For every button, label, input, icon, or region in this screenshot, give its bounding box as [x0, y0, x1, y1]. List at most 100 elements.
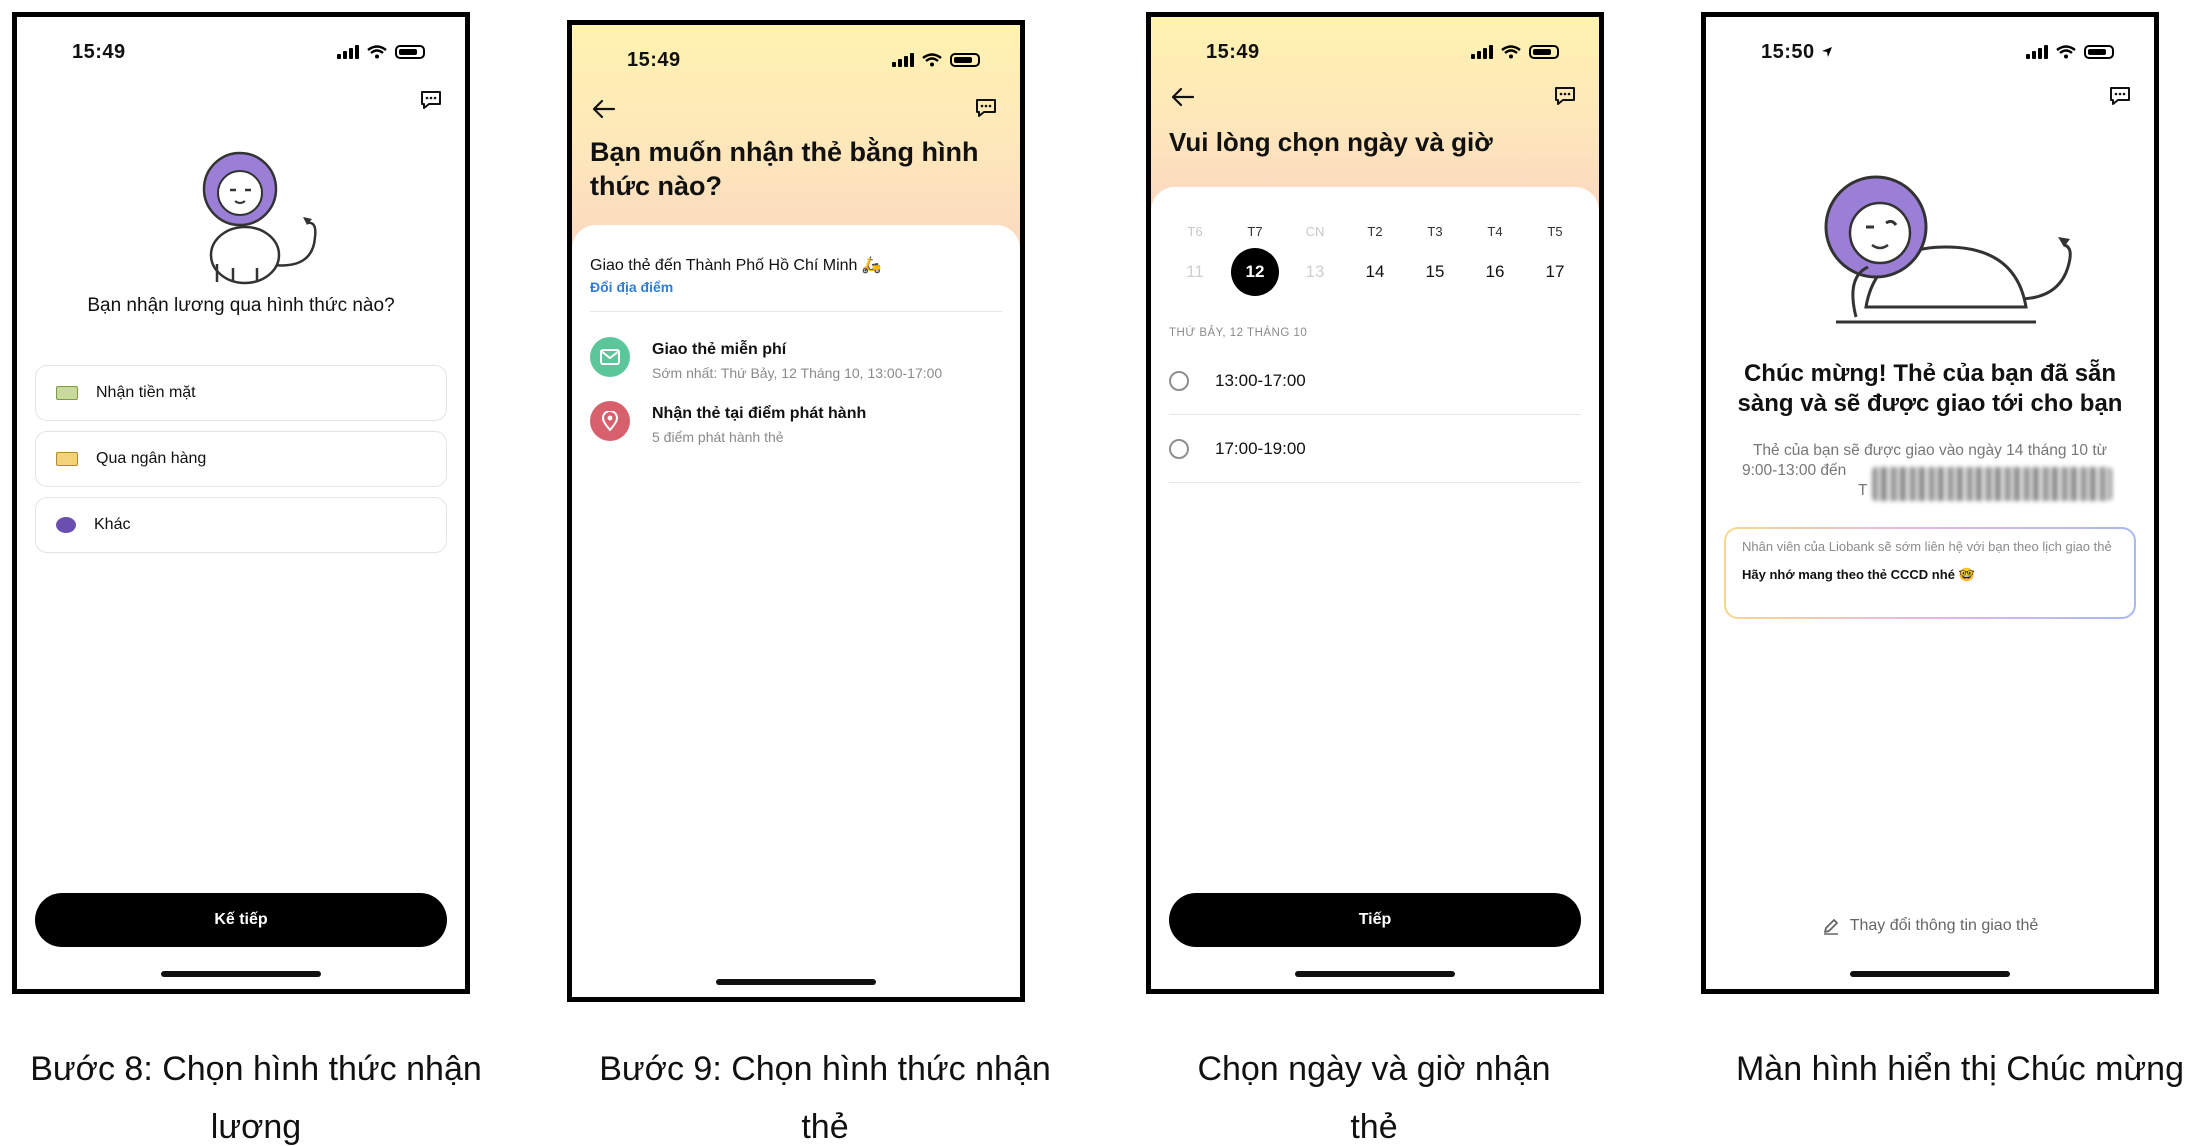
status-bar: 15:49: [627, 45, 980, 75]
lion-mascot-lying-icon: [1824, 175, 2072, 324]
reminder-note: Nhân viên của Liobank sẽ sớm liên hệ với…: [1724, 527, 2136, 619]
home-indicator: [716, 979, 876, 985]
status-time: 15:49: [627, 48, 681, 71]
caption-congratulations: Màn hình hiển thị Chúc mừng: [1680, 1040, 2202, 1098]
cash-icon: [56, 386, 78, 400]
date-cell[interactable]: 16: [1465, 247, 1525, 297]
method-free-delivery[interactable]: Giao thẻ miễn phí Sớm nhất: Thứ Bảy, 12 …: [590, 337, 1002, 387]
change-delivery-info-button[interactable]: Thay đổi thông tin giao thẻ: [1706, 917, 2154, 935]
change-location-link[interactable]: Đổi địa điểm: [590, 279, 673, 295]
location-pin-icon: [590, 401, 630, 441]
back-arrow-icon[interactable]: [1171, 87, 1195, 107]
date-cell[interactable]: 15: [1405, 247, 1465, 297]
wifi-icon: [1501, 45, 1521, 59]
location-arrow-icon: [1821, 46, 1832, 57]
time-slot-option[interactable]: 17:00-19:00: [1169, 415, 1581, 483]
time-slot-label: 17:00-19:00: [1215, 438, 1306, 458]
option-label: Khác: [94, 516, 131, 533]
phone-screen-pick-date-time: 15:49 Vui lòng chọn ngày và giờ T6 T7 CN…: [1146, 12, 1604, 994]
day-name: T6: [1187, 224, 1203, 239]
status-time: 15:50: [1761, 41, 1833, 64]
chat-support-icon[interactable]: [1553, 85, 1577, 107]
calendar-strip: T6 T7 CN T2 T3 T4 T5 11 12 13 14 15 16 1…: [1165, 217, 1585, 297]
caption-line: Bước 8: Chọn hình thức nhận: [30, 1050, 482, 1088]
selected-date-label: THỨ BẢY, 12 THÁNG 10: [1169, 327, 1308, 339]
radio-button[interactable]: [1169, 370, 1189, 391]
description-line: Thẻ của bạn sẽ được giao vào ngày 14 thá…: [1752, 442, 2108, 459]
note-contact-text: Nhân viên của Liobank sẽ sớm liên hệ với…: [1742, 539, 2112, 554]
congrats-title: Chúc mừng! Thẻ của bạn đã sẵn sàng và sẽ…: [1737, 360, 2123, 417]
battery-icon: [1529, 45, 1559, 59]
mail-icon: [590, 337, 630, 377]
time-slot-label: 13:00-17:00: [1215, 370, 1306, 390]
method-pickup[interactable]: Nhận thẻ tại điểm phát hành 5 điểm phát …: [590, 401, 1002, 451]
status-time: 15:49: [72, 40, 126, 63]
redacted-address: [1872, 467, 2112, 501]
page-title: Vui lòng chọn ngày và giờ: [1169, 127, 1493, 157]
home-indicator: [161, 971, 321, 977]
other-icon: [56, 517, 76, 533]
next-button[interactable]: Tiếp: [1169, 893, 1581, 947]
status-time: 15:49: [1206, 40, 1260, 63]
day-name: CN: [1305, 224, 1325, 239]
status-bar: 15:49: [1206, 37, 1559, 67]
battery-icon: [395, 45, 425, 59]
back-arrow-icon[interactable]: [592, 99, 616, 119]
next-button[interactable]: Kế tiếp: [35, 893, 447, 947]
day-name: T7: [1247, 224, 1263, 239]
change-delivery-label: Thay đổi thông tin giao thẻ: [1849, 917, 2039, 934]
radio-button[interactable]: [1169, 438, 1189, 459]
caption-line: lương: [210, 1108, 302, 1146]
option-bank[interactable]: Qua ngân hàng: [35, 431, 447, 487]
option-other[interactable]: Khác: [35, 497, 447, 553]
method-subtitle: Sớm nhất: Thứ Bảy, 12 Tháng 10, 13:00-17…: [652, 365, 943, 381]
bank-card-icon: [56, 452, 78, 466]
date-cell-disabled: 11: [1186, 262, 1204, 281]
caption-line: Chọn ngày và giờ nhận: [1197, 1050, 1551, 1088]
caption-pick-date: Chọn ngày và giờ nhận thẻ: [1094, 1040, 1654, 1146]
method-title: Giao thẻ miễn phí: [652, 341, 787, 358]
page-title: Bạn muốn nhận thẻ bằng hình thức nào?: [590, 137, 979, 201]
battery-icon: [2084, 45, 2114, 59]
date-cell-disabled: 13: [1305, 262, 1325, 281]
status-bar: 15:49: [72, 37, 425, 67]
chat-support-icon[interactable]: [419, 89, 443, 111]
chat-support-icon[interactable]: [974, 97, 998, 119]
delivery-location: Giao thẻ đến Thành Phố Hồ Chí Minh 🛵: [590, 257, 882, 274]
status-bar: 15:50: [1761, 37, 2114, 67]
caption-line: Bước 9: Chọn hình thức nhận: [599, 1050, 1051, 1088]
battery-icon: [950, 53, 980, 67]
phone-screen-congratulations: 15:50 Chúc mừng! Thẻ của bạn đã sẵn sàng…: [1701, 12, 2159, 994]
option-cash[interactable]: Nhận tiền mặt: [35, 365, 447, 421]
phone-screen-salary-method: 15:49 Bạn nhận lương qua hình thức nào? …: [12, 12, 470, 994]
day-name: T2: [1367, 224, 1383, 239]
phone-screen-card-delivery-method: 15:49 Bạn muốn nhận thẻ bằng hình thức n…: [567, 20, 1025, 1002]
wifi-icon: [367, 45, 387, 59]
option-label: Nhận tiền mặt: [96, 384, 196, 401]
caption-line: thẻ: [801, 1108, 849, 1146]
date-cell[interactable]: 14: [1345, 247, 1405, 297]
method-title: Nhận thẻ tại điểm phát hành: [652, 405, 867, 422]
status-time-text: 15:50: [1761, 40, 1815, 63]
selected-date: 12: [1231, 248, 1279, 296]
delivery-card: Giao thẻ đến Thành Phố Hồ Chí Minh 🛵 Đổi…: [572, 225, 1020, 997]
signal-icon: [1471, 45, 1493, 59]
day-name: T3: [1427, 224, 1443, 239]
option-label: Qua ngân hàng: [96, 450, 207, 467]
caption-line: thẻ: [1350, 1108, 1398, 1146]
home-indicator: [1850, 971, 2010, 977]
time-slot-option[interactable]: 13:00-17:00: [1169, 347, 1581, 415]
wifi-icon: [922, 53, 942, 67]
date-cell-selected[interactable]: 12: [1225, 247, 1285, 297]
date-cell[interactable]: 17: [1525, 247, 1585, 297]
lion-mascot-icon: [202, 151, 317, 285]
date-time-card: T6 T7 CN T2 T3 T4 T5 11 12 13 14 15 16 1…: [1151, 187, 1599, 989]
method-subtitle: 5 điểm phát hành thẻ: [652, 429, 784, 445]
divider: [590, 311, 1002, 312]
note-reminder-text: Hãy nhớ mang theo thẻ CCCD nhé 🤓: [1742, 567, 1975, 582]
chat-support-icon[interactable]: [2108, 85, 2132, 107]
signal-icon: [892, 53, 914, 67]
wifi-icon: [2056, 45, 2076, 59]
day-name: T4: [1487, 224, 1503, 239]
day-name: T5: [1547, 224, 1563, 239]
